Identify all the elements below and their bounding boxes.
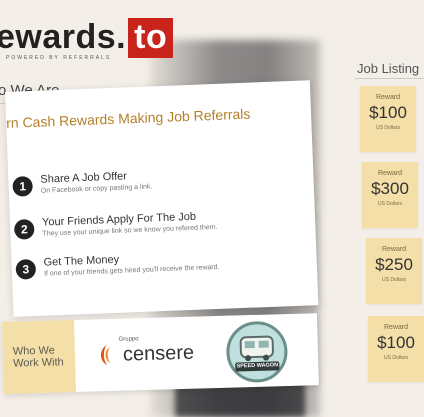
job-reward-card[interactable]: Reward $100 US Dollars (368, 316, 424, 382)
reward-label: Reward (375, 94, 401, 101)
step-number: 1 (12, 176, 34, 197)
how-it-works-card: rn Cash Rewards Making Job Referrals 1 S… (5, 80, 319, 317)
reward-currency: US Dollars (382, 277, 406, 283)
divider (355, 78, 424, 79)
reward-currency: US Dollars (378, 201, 402, 207)
reward-currency: US Dollars (376, 125, 400, 131)
reward-label: Reward (381, 246, 407, 253)
job-reward-card[interactable]: Reward $300 US Dollars (362, 162, 418, 228)
step-number: 3 (15, 258, 37, 280)
site-logo[interactable]: ewards. to (0, 18, 174, 58)
reward-amount: $100 (377, 333, 415, 352)
censere-gruppo: Gruppo (118, 336, 139, 343)
speed-wagon-badge-icon (226, 321, 288, 383)
reward-label: Reward (383, 324, 409, 331)
reward-amount: $300 (371, 179, 409, 198)
logo-tagline: POWERED BY REFERRALS (6, 55, 112, 61)
job-reward-card[interactable]: Reward $100 US Dollars (360, 86, 416, 152)
job-listings-title: Job Listing (357, 61, 420, 76)
logo-badge: to (128, 18, 174, 58)
censere-name: censere (122, 341, 195, 366)
job-reward-card[interactable]: Reward $250 US Dollars (366, 238, 422, 304)
step-number: 2 (13, 218, 35, 240)
step-description: On Facebook or copy pasting a link. (40, 183, 153, 195)
partners-label: Who We Work With (2, 319, 76, 394)
reward-label: Reward (377, 170, 403, 177)
partners-label-line2: Work With (13, 356, 64, 370)
speed-wagon-text: SPEED WAGON (236, 362, 279, 370)
reward-amount: $250 (375, 255, 413, 274)
censere-mark-icon (100, 345, 111, 366)
speed-wagon-logo[interactable]: SPEED WAGON (224, 320, 290, 384)
reward-currency: US Dollars (384, 355, 408, 361)
censere-logo[interactable]: Gruppo censere (95, 336, 195, 368)
reward-amount: $100 (369, 103, 407, 122)
step-heading: Share A Job Offer (40, 170, 128, 186)
step-heading: Get The Money (43, 253, 120, 269)
logo-text: ewards. (0, 18, 127, 56)
card-title: rn Cash Rewards Making Job Referrals (5, 105, 251, 131)
partners-bar: Who We Work With Gruppo censere SPEED WA… (2, 313, 319, 394)
